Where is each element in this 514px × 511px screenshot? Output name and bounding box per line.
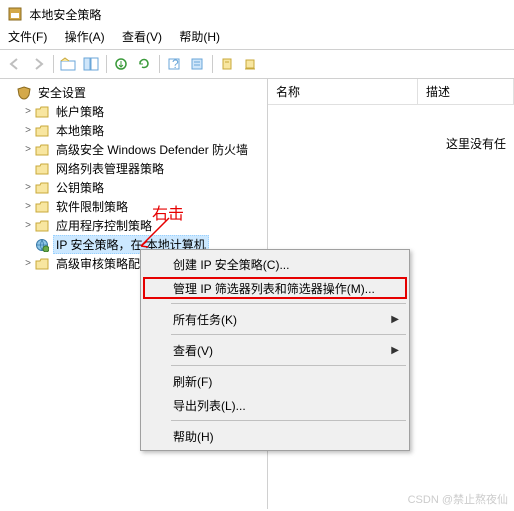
menu-action[interactable]: 操作(A) xyxy=(65,30,105,44)
refresh-button[interactable] xyxy=(133,53,155,75)
folder-icon xyxy=(34,142,50,158)
context-menu-item[interactable]: 创建 IP 安全策略(C)... xyxy=(143,252,407,276)
option1-button[interactable] xyxy=(216,53,238,75)
list-header: 名称 描述 xyxy=(268,79,514,105)
context-menu-item[interactable]: 刷新(F) xyxy=(143,369,407,393)
menu-help[interactable]: 帮助(H) xyxy=(179,30,220,44)
annotation-arrow-icon xyxy=(135,216,175,252)
toolbar: ? xyxy=(0,49,514,79)
menu-separator xyxy=(171,420,406,421)
toolbar-sep xyxy=(106,55,107,73)
folder-icon xyxy=(34,199,50,215)
context-menu-item[interactable]: 所有任务(K) ▶ xyxy=(143,307,407,331)
context-menu-item-label: 导出列表(L)... xyxy=(173,397,246,414)
tree-item[interactable]: > 帐户策略 xyxy=(2,102,265,121)
properties-button[interactable] xyxy=(186,53,208,75)
folder-icon xyxy=(34,256,50,272)
menu-separator xyxy=(171,334,406,335)
menu-separator xyxy=(171,365,406,366)
folder-up-button[interactable] xyxy=(57,53,79,75)
context-menu-item-label: 帮助(H) xyxy=(173,428,214,445)
app-icon xyxy=(8,7,22,24)
context-menu-item-label: 刷新(F) xyxy=(173,373,212,390)
context-menu-item-label: 创建 IP 安全策略(C)... xyxy=(173,256,289,273)
submenu-arrow-icon: ▶ xyxy=(391,314,399,325)
folder-icon xyxy=(34,104,50,120)
folder-icon xyxy=(34,123,50,139)
tree-item[interactable]: 网络列表管理器策略 xyxy=(2,159,265,178)
tree-item[interactable]: > 公钥策略 xyxy=(2,178,265,197)
tree-item[interactable]: >应用程序控制策略 xyxy=(2,216,265,235)
folder-icon xyxy=(34,161,50,177)
context-menu-item[interactable]: 管理 IP 筛选器列表和筛选器操作(M)... xyxy=(143,276,407,300)
twisty-icon[interactable]: > xyxy=(22,220,34,231)
title-bar: 本地安全策略 xyxy=(0,0,514,26)
context-menu-item-label: 管理 IP 筛选器列表和筛选器操作(M)... xyxy=(173,280,375,297)
forward-button[interactable] xyxy=(27,53,49,75)
submenu-arrow-icon: ▶ xyxy=(391,345,399,356)
list-empty-text: 这里没有任 xyxy=(268,105,514,182)
toolbar-sep xyxy=(53,55,54,73)
twisty-icon[interactable]: > xyxy=(22,182,34,193)
tree-root[interactable]: 安全设置 xyxy=(2,83,265,102)
tree-item[interactable]: > 软件限制策略 xyxy=(2,197,265,216)
twisty-icon[interactable]: > xyxy=(22,125,34,136)
tree-item-label: 软件限制策略 xyxy=(53,197,131,216)
folder-icon xyxy=(34,218,50,234)
help-button[interactable]: ? xyxy=(163,53,185,75)
tree-item-label: 本地策略 xyxy=(53,121,107,140)
twisty-icon[interactable]: > xyxy=(22,106,34,117)
tree-item-label: 高级安全 Windows Defender 防火墙 xyxy=(53,140,251,159)
menu-file[interactable]: 文件(F) xyxy=(8,30,47,44)
tree-item[interactable]: > 高级安全 Windows Defender 防火墙 xyxy=(2,140,265,159)
context-menu: 创建 IP 安全策略(C)... 管理 IP 筛选器列表和筛选器操作(M)... 所… xyxy=(140,249,410,451)
shield-icon xyxy=(16,85,32,101)
menu-view[interactable]: 查看(V) xyxy=(122,30,162,44)
tree-root-label: 安全设置 xyxy=(35,83,89,102)
globe-icon xyxy=(34,237,50,253)
toolbar-sep xyxy=(212,55,213,73)
toolbar-sep xyxy=(159,55,160,73)
tree-item-label: 公钥策略 xyxy=(53,178,107,197)
context-menu-item-label: 查看(V) xyxy=(173,342,213,359)
folder-icon xyxy=(34,180,50,196)
twisty-icon[interactable]: > xyxy=(22,258,34,269)
context-menu-item[interactable]: 帮助(H) xyxy=(143,424,407,448)
menu-separator xyxy=(171,303,406,304)
column-name[interactable]: 名称 xyxy=(268,79,418,104)
twisty-icon[interactable]: > xyxy=(22,201,34,212)
back-button[interactable] xyxy=(4,53,26,75)
context-menu-item[interactable]: 导出列表(L)... xyxy=(143,393,407,417)
context-menu-item-label: 所有任务(K) xyxy=(173,311,237,328)
context-menu-item[interactable]: 查看(V) ▶ xyxy=(143,338,407,362)
twisty-icon[interactable]: > xyxy=(22,144,34,155)
tree-item[interactable]: > 本地策略 xyxy=(2,121,265,140)
svg-text:?: ? xyxy=(172,57,179,71)
option2-button[interactable] xyxy=(239,53,261,75)
show-hide-button[interactable] xyxy=(80,53,102,75)
column-desc[interactable]: 描述 xyxy=(418,79,514,104)
tree-item-label: 帐户策略 xyxy=(53,102,107,121)
window-title: 本地安全策略 xyxy=(29,8,101,22)
watermark: CSDN @禁止熬夜仙 xyxy=(408,491,508,507)
tree-item-label: 网络列表管理器策略 xyxy=(53,159,167,178)
export-button[interactable] xyxy=(110,53,132,75)
menu-bar: 文件(F) 操作(A) 查看(V) 帮助(H) xyxy=(0,26,514,49)
